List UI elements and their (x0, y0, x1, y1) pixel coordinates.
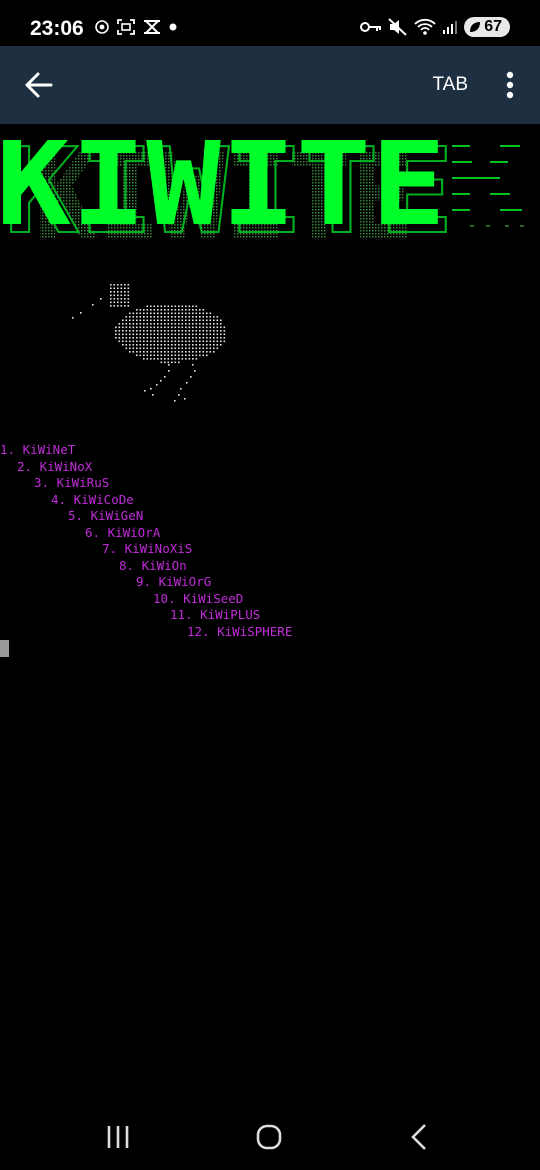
menu-item[interactable]: 12. KiWiSPHERE (187, 624, 292, 640)
battery-indicator: 67 (464, 17, 510, 37)
menu-item[interactable]: 10. KiWiSeeD (153, 591, 243, 607)
home-icon[interactable] (254, 1122, 284, 1152)
status-right-icons: 67 (360, 17, 510, 37)
signal-icon (443, 21, 458, 34)
settings-dot-icon (95, 20, 109, 34)
menu-item[interactable]: 5. KiWiGeN (68, 508, 143, 524)
vpn-key-icon (360, 22, 382, 32)
app-bar: TAB (0, 46, 540, 124)
capcut-icon (144, 20, 160, 34)
nav-back-icon[interactable] (405, 1122, 435, 1152)
menu-item[interactable]: 11. KiWiPLUS (170, 607, 260, 623)
banner-trailing-dashes (452, 145, 524, 227)
screen-recorder-icon (117, 19, 135, 35)
status-time: 23:06 (30, 17, 84, 40)
menu-item[interactable]: 6. KiWiOrA (85, 525, 160, 541)
tab-button[interactable]: TAB (432, 74, 468, 96)
back-arrow-icon[interactable] (22, 68, 56, 102)
menu-item[interactable]: 9. KiWiOrG (136, 574, 211, 590)
menu-item[interactable]: 8. KiWiOn (119, 558, 187, 574)
more-vert-icon[interactable] (498, 68, 522, 102)
banner-text: KIWITE (0, 140, 446, 250)
recent-apps-icon[interactable] (103, 1122, 133, 1152)
kiwite-ascii-banner: KIWITE KIWITE KIWITE (0, 140, 524, 250)
kiwi-bird-ascii-art (72, 284, 226, 402)
status-left-icons (95, 19, 177, 35)
battery-saver-icon (470, 22, 481, 32)
menu-item[interactable]: 1. KiWiNeT (0, 442, 75, 458)
wifi-icon (414, 18, 436, 35)
mute-icon (388, 18, 407, 36)
status-bar: 23:06 67 (0, 0, 540, 46)
menu-item[interactable]: 7. KiWiNoXiS (102, 541, 192, 557)
menu-item[interactable]: 2. KiWiNoX (17, 459, 92, 475)
menu-item[interactable]: 4. KiWiCoDe (51, 492, 134, 508)
terminal-view[interactable]: KIWITE KIWITE KIWITE 1. KiWiNeT 2. KiWiNo… (0, 124, 540, 1100)
menu-item[interactable]: 3. KiWiRuS (34, 475, 109, 491)
navigation-bar (0, 1100, 540, 1170)
terminal-cursor (0, 640, 9, 657)
dot-icon (169, 23, 177, 31)
battery-level: 67 (484, 18, 502, 35)
